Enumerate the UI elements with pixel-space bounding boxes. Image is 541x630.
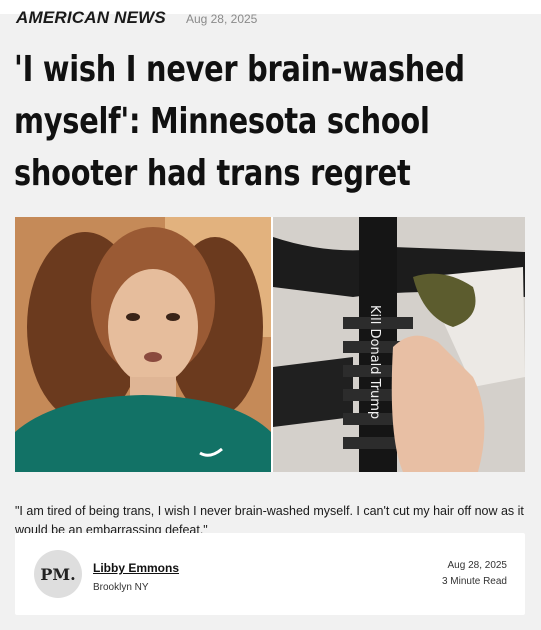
category-link[interactable]: AMERICAN NEWS xyxy=(16,8,166,28)
article-headline: 'I wish I never brain-washed myself': Mi… xyxy=(14,49,465,194)
portrait-illustration xyxy=(15,217,271,472)
publish-date: Aug 28, 2025 xyxy=(185,12,258,26)
card-date: Aug 28, 2025 xyxy=(447,560,508,571)
author-name-link[interactable]: Libby Emmons xyxy=(93,561,179,575)
author-avatar: PM. xyxy=(34,550,82,598)
rifle-inscription: Kill Donald Trump xyxy=(367,305,382,419)
hero-image: Kill Donald Trump xyxy=(15,217,525,472)
read-time: 3 Minute Read xyxy=(441,576,507,587)
author-location: Brooklyn NY xyxy=(93,582,149,593)
rifle-photo: Kill Donald Trump xyxy=(273,217,525,472)
article-meta: AMERICAN NEWS Aug 28, 2025 xyxy=(16,8,257,28)
portrait-photo xyxy=(15,217,271,472)
author-card: PM. Libby Emmons Brooklyn NY Aug 28, 202… xyxy=(15,533,525,615)
rifle-illustration: Kill Donald Trump xyxy=(273,217,525,472)
article-page: AMERICAN NEWS Aug 28, 2025 'I wish I nev… xyxy=(0,0,541,630)
